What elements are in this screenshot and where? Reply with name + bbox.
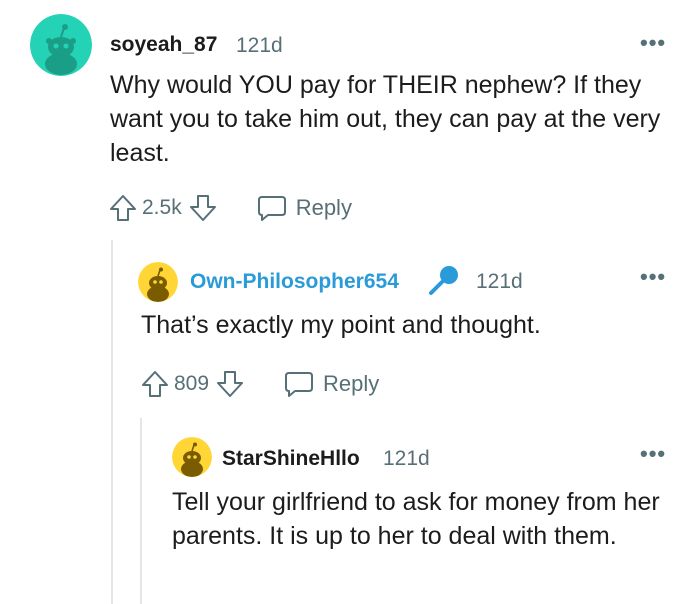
avatar[interactable] — [172, 437, 212, 477]
vote-score: 2.5k — [142, 196, 182, 219]
avatar[interactable] — [30, 14, 92, 76]
avatar[interactable] — [138, 262, 178, 302]
username[interactable]: soyeah_87 — [110, 33, 217, 57]
reply-label: Reply — [295, 195, 352, 220]
thread-line-level-2 — [140, 418, 142, 604]
comment-age: 121d — [383, 447, 430, 470]
comment-body: That’s exactly my point and thought. — [141, 311, 541, 339]
username[interactable]: StarShineHllo — [222, 447, 360, 471]
username[interactable]: Own-Philosopher654 — [190, 270, 399, 294]
chat-bubble-icon — [256, 193, 288, 223]
vote-score: 809 — [174, 372, 210, 395]
upvote-icon[interactable] — [108, 193, 138, 223]
comment-actions: 2.5k Reply — [108, 193, 352, 223]
more-options-button[interactable]: ••• — [640, 30, 666, 56]
reply-label: Reply — [323, 371, 380, 396]
comment-age: 121d — [476, 270, 523, 293]
thread-line-level-1 — [111, 240, 113, 604]
microphone-icon — [426, 264, 460, 298]
reply-button[interactable]: Reply — [256, 193, 352, 223]
more-options-button[interactable]: ••• — [640, 441, 666, 467]
comment-body: Why would YOU pay for THEIR nephew? If t… — [110, 71, 661, 167]
comment-age: 121d — [236, 34, 283, 57]
downvote-icon[interactable] — [188, 193, 218, 223]
reply-button[interactable]: Reply — [283, 369, 379, 399]
upvote-icon[interactable] — [140, 369, 170, 399]
comment-actions: 809 Reply — [140, 369, 379, 399]
downvote-icon[interactable] — [215, 369, 245, 399]
more-options-button[interactable]: ••• — [640, 264, 666, 290]
comment-body: Tell your girlfriend to ask for money fr… — [172, 488, 660, 550]
chat-bubble-icon — [283, 369, 315, 399]
